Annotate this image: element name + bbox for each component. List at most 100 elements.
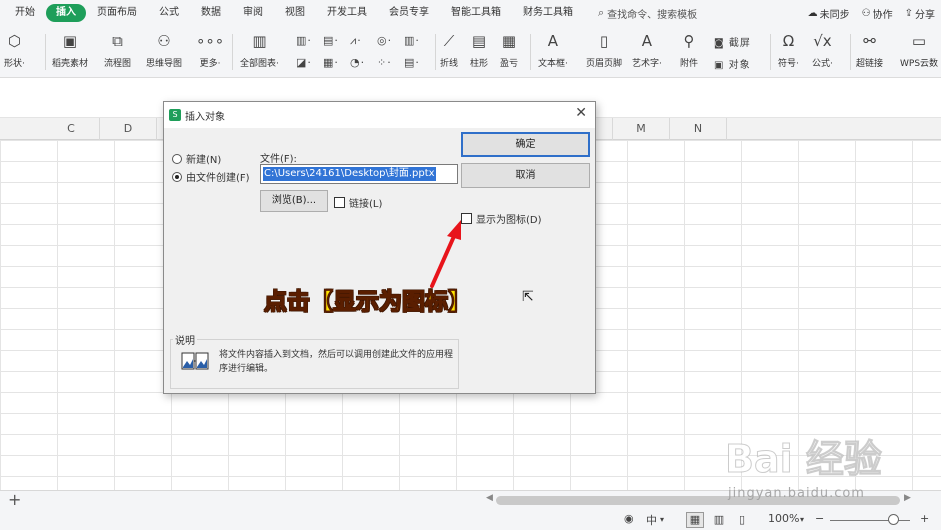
ribbon-button-column-spark[interactable]: ▤ 柱形	[470, 30, 488, 74]
ribbon-separator	[850, 34, 851, 70]
ribbon-button-label: 附件	[680, 59, 699, 69]
radio-new[interactable]: 新建(N)	[172, 151, 221, 166]
display-as-icon-checkbox[interactable]	[461, 213, 472, 224]
ribbon-button-mindmap[interactable]: ⚇ 思维导图	[146, 30, 182, 74]
ribbon-button-more[interactable]: ∘∘∘ 更多·	[196, 30, 224, 74]
wps-cloud-icon: ▭	[911, 32, 927, 50]
share-icon: ⇪	[904, 7, 913, 19]
column-header-D[interactable]: D	[100, 118, 157, 140]
search-icon: ⌕	[598, 6, 605, 19]
all-charts-icon: ▥	[252, 32, 267, 50]
sync-button[interactable]: ☁ 未同步	[808, 6, 850, 21]
ok-button[interactable]: 确定	[461, 132, 590, 157]
menu-tabs: 开始 插入 页面布局 公式 数据 审阅 视图 开发工具 会员专享 智能工具箱 财务工具箱	[0, 2, 584, 24]
baidu-jingyan-watermark: Bai 经验 jingyan.baidu.com	[725, 428, 925, 518]
add-sheet-button[interactable]: +	[8, 491, 21, 509]
chart-type-icon[interactable]: ◪·	[296, 56, 312, 69]
ribbon-button-line-spark[interactable]: ⟋ 折线	[440, 30, 458, 74]
ribbon-separator	[770, 34, 771, 70]
chart-type-icon[interactable]: ▥·	[296, 34, 312, 47]
ribbon-separator	[45, 34, 46, 70]
stock-icon: ▣	[62, 32, 78, 50]
ribbon-button-label: 折线	[440, 59, 459, 69]
column-header-C[interactable]: C	[43, 118, 100, 140]
ribbon-button-label: 全部图表·	[240, 59, 279, 69]
ribbon-button-hyperlink[interactable]: ⚯ 超链接	[856, 30, 883, 74]
ribbon-button-header-footer[interactable]: ▯ 页眉页脚	[586, 30, 622, 74]
ribbon-button-attachment[interactable]: ⚲ 附件	[680, 30, 698, 74]
ribbon-button-formula[interactable]: √x 公式·	[812, 30, 833, 74]
ribbon-button-flowchart[interactable]: ⧉ 流程图	[104, 30, 131, 74]
radio-from-file[interactable]: 由文件创建(F)	[172, 169, 250, 184]
ribbon-button-symbol[interactable]: Ω 符号·	[778, 30, 799, 74]
input-lang-indicator[interactable]: 中	[646, 512, 657, 528]
share-button[interactable]: ⇪ 分享	[905, 6, 935, 21]
line-spark-icon: ⟋	[443, 32, 455, 50]
ribbon-button-textbox[interactable]: A 文本框·	[538, 30, 568, 74]
menu-tab-2[interactable]: 页面布局	[86, 2, 148, 24]
dialog-title: 插入对象	[185, 112, 225, 123]
menu-tab-7[interactable]: 开发工具	[316, 2, 378, 24]
attachment-icon: ⚲	[683, 32, 695, 50]
link-checkbox-row[interactable]: 链接(L)	[334, 195, 382, 210]
radio-circle[interactable]	[172, 153, 182, 164]
eye-protect-icon[interactable]: ◉	[624, 512, 634, 525]
menu-tab-4[interactable]: 数据	[190, 2, 232, 24]
menu-tab-3[interactable]: 公式	[148, 2, 190, 24]
chart-type-icon[interactable]: ◎·	[377, 34, 392, 47]
radio-circle-checked[interactable]	[172, 171, 182, 182]
cancel-button[interactable]: 取消	[461, 163, 590, 188]
screenshot-button[interactable]: ◙ 截屏	[714, 34, 751, 49]
browse-button[interactable]: 浏览(B)...	[260, 190, 328, 212]
chart-type-icon[interactable]: ▥·	[404, 34, 420, 47]
watermark-logo: Bai 经验	[725, 437, 883, 482]
display-as-icon-row[interactable]: 显示为图标(D)	[461, 211, 542, 226]
more-icon: ∘∘∘	[196, 32, 225, 50]
file-path-input[interactable]: C:\Users\24161\Desktop\封面.pptx	[260, 164, 458, 184]
menu-tab-9[interactable]: 智能工具箱	[440, 2, 512, 24]
link-checkbox[interactable]	[334, 197, 345, 208]
dialog-titlebar: S 插入对象 ✕	[164, 102, 595, 128]
menu-tab-10[interactable]: 财务工具箱	[512, 2, 584, 24]
wordart-icon: A	[641, 32, 653, 50]
ribbon-button-label: 盈亏	[500, 59, 519, 69]
object-button[interactable]: ▣ 对象	[714, 56, 751, 71]
menu-tab-1[interactable]: 插入	[46, 4, 86, 22]
menu-tab-0[interactable]: 开始	[4, 2, 46, 24]
ribbon-button-wordart[interactable]: A 艺术字·	[632, 30, 662, 74]
menu-tab-6[interactable]: 视图	[274, 2, 316, 24]
command-search[interactable]: ⌕ 查找命令、搜索模板	[598, 6, 697, 21]
chart-type-icon[interactable]: ⁘·	[377, 56, 392, 69]
annotation-text: 点击【显示为图标】	[264, 289, 472, 316]
chevron-down-icon[interactable]: ▾	[660, 515, 664, 524]
ribbon-button-winloss[interactable]: ▦ 盈亏	[500, 30, 518, 74]
chart-type-icon[interactable]: ◔·	[350, 56, 365, 69]
ribbon-button-stock[interactable]: ▣ 稻壳素材	[52, 30, 88, 74]
chart-type-icon[interactable]: ▦·	[323, 56, 339, 69]
ribbon-button-all-charts[interactable]: ▥ 全部图表·	[240, 30, 279, 74]
ribbon-button-label: 页眉页脚	[586, 59, 623, 69]
formula-icon: √x	[813, 32, 832, 50]
column-header-N[interactable]: N	[670, 118, 727, 140]
ribbon-button-wps-cloud[interactable]: ▭ WPS云数	[900, 30, 938, 74]
ribbon-button-label: 公式·	[812, 59, 833, 69]
chart-type-icon[interactable]: ▤·	[323, 34, 339, 47]
winloss-icon: ▦	[501, 32, 517, 50]
chart-type-icon[interactable]: ▤·	[404, 56, 420, 69]
menu-tab-5[interactable]: 审阅	[232, 2, 274, 24]
file-label: 文件(F):	[260, 154, 297, 165]
chart-type-icon[interactable]: ⩘·	[350, 34, 362, 48]
menu-tab-8[interactable]: 会员专享	[378, 2, 440, 24]
close-icon[interactable]: ✕	[575, 105, 587, 121]
camera-icon: ◙	[714, 38, 725, 49]
collab-button[interactable]: ⚇ 协作	[862, 6, 893, 21]
user-add-icon: ⚇	[861, 7, 871, 19]
menu-right: ☁ 未同步 ⚇ 协作 ⇪ 分享	[808, 0, 935, 26]
ribbon-button-label: WPS云数	[900, 59, 939, 69]
description-text: 将文件内容插入到文档，然后可以调用创建此文件的应用程序进行编辑。	[219, 350, 454, 374]
ribbon-button-shapes[interactable]: ⬡ 形状·	[4, 30, 25, 74]
description-label: 说明	[173, 332, 197, 347]
normal-view-button[interactable]: ▦	[686, 512, 704, 528]
column-header-M[interactable]: M	[613, 118, 670, 140]
scroll-left-icon[interactable]: ◀	[486, 493, 493, 503]
